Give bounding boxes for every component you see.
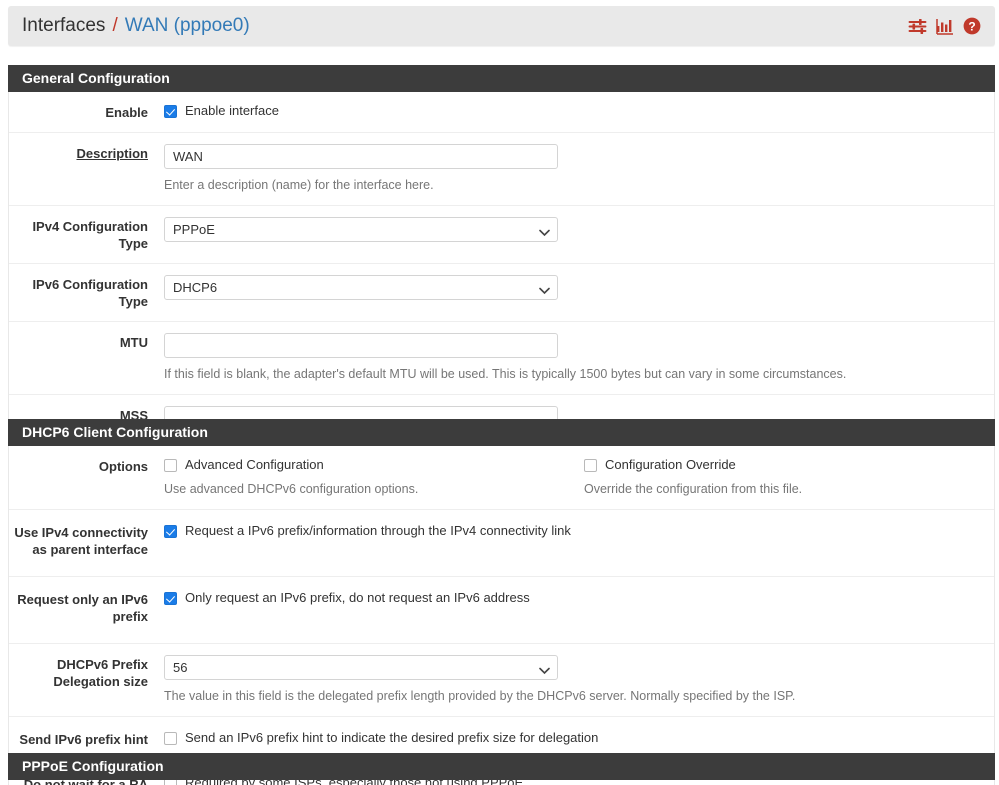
checkbox-label-request-only-ipv6-prefix: Only request an IPv6 prefix, do not requ… [185,590,530,606]
form-row-ipv4-configuration-type: IPv4 Configuration Type PPPoE [9,205,994,263]
label-request-only-an-ipv6-prefix: Request only an IPv6 prefix [9,590,164,625]
section-title-general-configuration: General Configuration [8,65,995,92]
checkbox-label-advanced-configuration: Advanced Configuration [185,457,324,473]
label-ipv6-configuration-type: IPv6 Configuration Type [9,275,164,310]
help-text-mtu: If this field is blank, the adapter's de… [164,365,954,383]
breadcrumb: Interfaces / WAN (pppoe0) [8,15,250,37]
section-title-dhcp6-client-configuration: DHCP6 Client Configuration [8,419,995,446]
section-body-dhcp6-client-configuration: Options Advanced Configuration Use advan… [8,446,995,785]
label-options: Options [9,457,164,475]
ipv6-configuration-type-select[interactable]: DHCP6 [164,275,558,300]
checkbox-advanced-configuration[interactable]: Advanced Configuration [164,457,584,473]
breadcrumb-separator: / [112,15,117,37]
label-send-ipv6-prefix-hint: Send IPv6 prefix hint [9,730,164,748]
checkbox-label-use-ipv4-connectivity: Request a IPv6 prefix/information throug… [185,523,571,539]
checkbox-configuration-override[interactable]: Configuration Override [584,457,999,473]
help-circle-icon[interactable]: ? [963,17,981,35]
checkbox-request-only-ipv6-prefix[interactable]: Only request an IPv6 prefix, do not requ… [164,590,982,606]
help-text-description: Enter a description (name) for the inter… [164,176,954,194]
checkbox-box-enable-interface[interactable] [164,105,177,118]
breadcrumb-root[interactable]: Interfaces [22,15,105,37]
label-description: Description [9,144,164,162]
form-row-ipv6-configuration-type: IPv6 Configuration Type DHCP6 [9,263,994,321]
section-pppoe-configuration: PPPoE Configuration [8,753,995,780]
checkbox-label-enable-interface: Enable interface [185,103,279,119]
help-text-configuration-override: Override the configuration from this fil… [584,480,974,498]
checkbox-box-configuration-override[interactable] [584,459,597,472]
form-row-description: Description Enter a description (name) f… [9,132,994,205]
checkbox-box-use-ipv4-connectivity[interactable] [164,525,177,538]
dhcpv6-prefix-delegation-size-value[interactable]: 56 [164,655,558,680]
label-dhcpv6-prefix-delegation-size: DHCPv6 Prefix Delegation size [9,655,164,690]
checkbox-box-advanced-configuration[interactable] [164,459,177,472]
checkbox-box-send-ipv6-prefix-hint[interactable] [164,732,177,745]
svg-text:?: ? [968,19,975,33]
checkbox-label-send-ipv6-prefix-hint: Send an IPv6 prefix hint to indicate the… [185,730,598,746]
ipv4-configuration-type-select[interactable]: PPPoE [164,217,558,242]
label-enable: Enable [9,103,164,121]
ipv4-configuration-type-value[interactable]: PPPoE [164,217,558,242]
description-input[interactable] [164,144,558,169]
ipv6-configuration-type-value[interactable]: DHCP6 [164,275,558,300]
bar-chart-icon[interactable] [936,18,954,35]
breadcrumb-bar: Interfaces / WAN (pppoe0) [8,6,995,46]
form-row-use-ipv4-connectivity-as-parent-interface: Use IPv4 connectivity as parent interfac… [9,509,994,576]
form-row-dhcpv6-prefix-delegation-size: DHCPv6 Prefix Delegation size 56 The val… [9,643,994,716]
checkbox-label-configuration-override: Configuration Override [605,457,736,473]
checkbox-box-request-only-ipv6-prefix[interactable] [164,592,177,605]
mtu-input[interactable] [164,333,558,358]
breadcrumb-current[interactable]: WAN (pppoe0) [125,15,250,37]
interface-edit-page: Interfaces / WAN (pppoe0) [0,0,999,785]
checkbox-use-ipv4-connectivity[interactable]: Request a IPv6 prefix/information throug… [164,523,982,539]
form-row-mtu: MTU If this field is blank, the adapter'… [9,321,994,394]
help-text-dhcpv6-prefix-delegation-size: The value in this field is the delegated… [164,687,954,705]
breadcrumb-actions: ? [908,17,995,35]
checkbox-send-ipv6-prefix-hint[interactable]: Send an IPv6 prefix hint to indicate the… [164,730,982,746]
dhcpv6-prefix-delegation-size-select[interactable]: 56 [164,655,558,680]
section-title-pppoe-configuration: PPPoE Configuration [8,753,995,780]
form-row-enable: Enable Enable interface [9,92,994,132]
sliders-icon[interactable] [908,18,927,35]
form-row-request-only-an-ipv6-prefix: Request only an IPv6 prefix Only request… [9,576,994,643]
form-row-options: Options Advanced Configuration Use advan… [9,446,994,509]
label-use-ipv4-connectivity-as-parent-interface: Use IPv4 connectivity as parent interfac… [9,523,164,558]
help-text-advanced-configuration: Use advanced DHCPv6 configuration option… [164,480,554,498]
checkbox-enable-interface[interactable]: Enable interface [164,103,982,119]
section-dhcp6-client-configuration: DHCP6 Client Configuration Options Advan… [8,419,995,785]
label-ipv4-configuration-type: IPv4 Configuration Type [9,217,164,252]
label-mtu: MTU [9,333,164,351]
